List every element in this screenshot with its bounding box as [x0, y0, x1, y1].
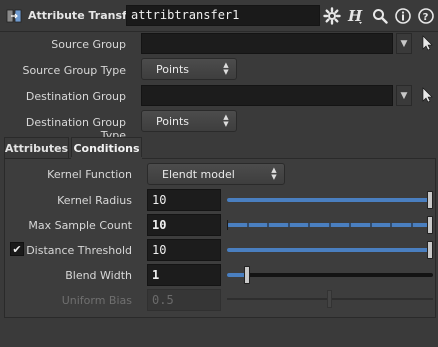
- blend-width-label: Blend Width: [65, 269, 132, 282]
- max-sample-count-slider[interactable]: [227, 216, 433, 234]
- updown-arrows-icon: ▲ ▼: [223, 61, 229, 76]
- kernel-radius-slider-fill: [227, 198, 430, 202]
- kernel-radius-label: Kernel Radius: [57, 194, 132, 207]
- active-tab-joiner: [71, 157, 142, 159]
- svg-text:?: ?: [423, 12, 429, 23]
- max-sample-count-label: Max Sample Count: [28, 219, 132, 232]
- uniform-bias-slider: [227, 290, 433, 308]
- max-sample-count-field[interactable]: 10: [147, 214, 221, 236]
- help-icon[interactable]: ?: [416, 6, 436, 26]
- houdini-help-icon[interactable]: H: [345, 6, 365, 26]
- source-group-dropdown-icon[interactable]: ▼: [396, 33, 412, 54]
- node-type-label: Attribute Transfer: [28, 9, 140, 22]
- distance-threshold-label: Distance Threshold: [26, 244, 132, 257]
- source-group-label: Source Group: [51, 38, 126, 51]
- slider-ticks: [227, 220, 413, 230]
- blend-width-slider[interactable]: [227, 266, 433, 284]
- select-arrow-icon[interactable]: [420, 35, 434, 51]
- distance-threshold-field[interactable]: 10: [147, 239, 221, 261]
- max-sample-count-slider-handle[interactable]: [427, 216, 433, 234]
- kernel-function-value: Elendt model: [162, 167, 235, 181]
- uniform-bias-slider-handle: [327, 290, 332, 308]
- kernel-radius-field[interactable]: 10: [147, 189, 221, 211]
- select-arrow-icon[interactable]: [420, 87, 434, 103]
- destination-group-type-select[interactable]: Points ▲ ▼: [141, 110, 237, 132]
- source-group-field[interactable]: [141, 33, 393, 54]
- node-name-field[interactable]: attribtransfer1: [126, 5, 320, 26]
- distance-threshold-slider-fill: [227, 248, 430, 252]
- destination-group-dropdown-icon[interactable]: ▼: [396, 85, 412, 106]
- updown-arrows-icon: ▲ ▼: [271, 166, 277, 181]
- source-group-type-value: Points: [156, 62, 190, 76]
- destination-group-field[interactable]: [141, 85, 393, 106]
- tab-attributes[interactable]: Attributes: [4, 137, 69, 159]
- gear-icon[interactable]: [322, 6, 342, 26]
- destination-group-label: Destination Group: [25, 90, 126, 103]
- kernel-function-label: Kernel Function: [47, 168, 132, 181]
- destination-group-type-value: Points: [156, 114, 190, 128]
- distance-threshold-slider[interactable]: [227, 241, 433, 259]
- updown-arrows-icon: ▲ ▼: [223, 113, 229, 128]
- source-group-type-label: Source Group Type: [22, 64, 126, 77]
- magnify-icon[interactable]: [370, 6, 390, 26]
- info-icon[interactable]: [393, 6, 413, 26]
- tab-conditions[interactable]: Conditions: [71, 137, 142, 159]
- kernel-function-select[interactable]: Elendt model ▲ ▼: [147, 163, 285, 185]
- distance-threshold-slider-handle[interactable]: [427, 241, 433, 259]
- attribute-transfer-icon: [6, 8, 22, 24]
- uniform-bias-label: Uniform Bias: [61, 294, 132, 307]
- kernel-radius-slider[interactable]: [227, 191, 433, 209]
- source-group-type-select[interactable]: Points ▲ ▼: [141, 58, 237, 80]
- uniform-bias-field: 0.5: [147, 289, 221, 311]
- kernel-radius-slider-handle[interactable]: [427, 191, 433, 209]
- blend-width-slider-handle[interactable]: [244, 266, 250, 284]
- blend-width-field[interactable]: 1: [147, 264, 221, 286]
